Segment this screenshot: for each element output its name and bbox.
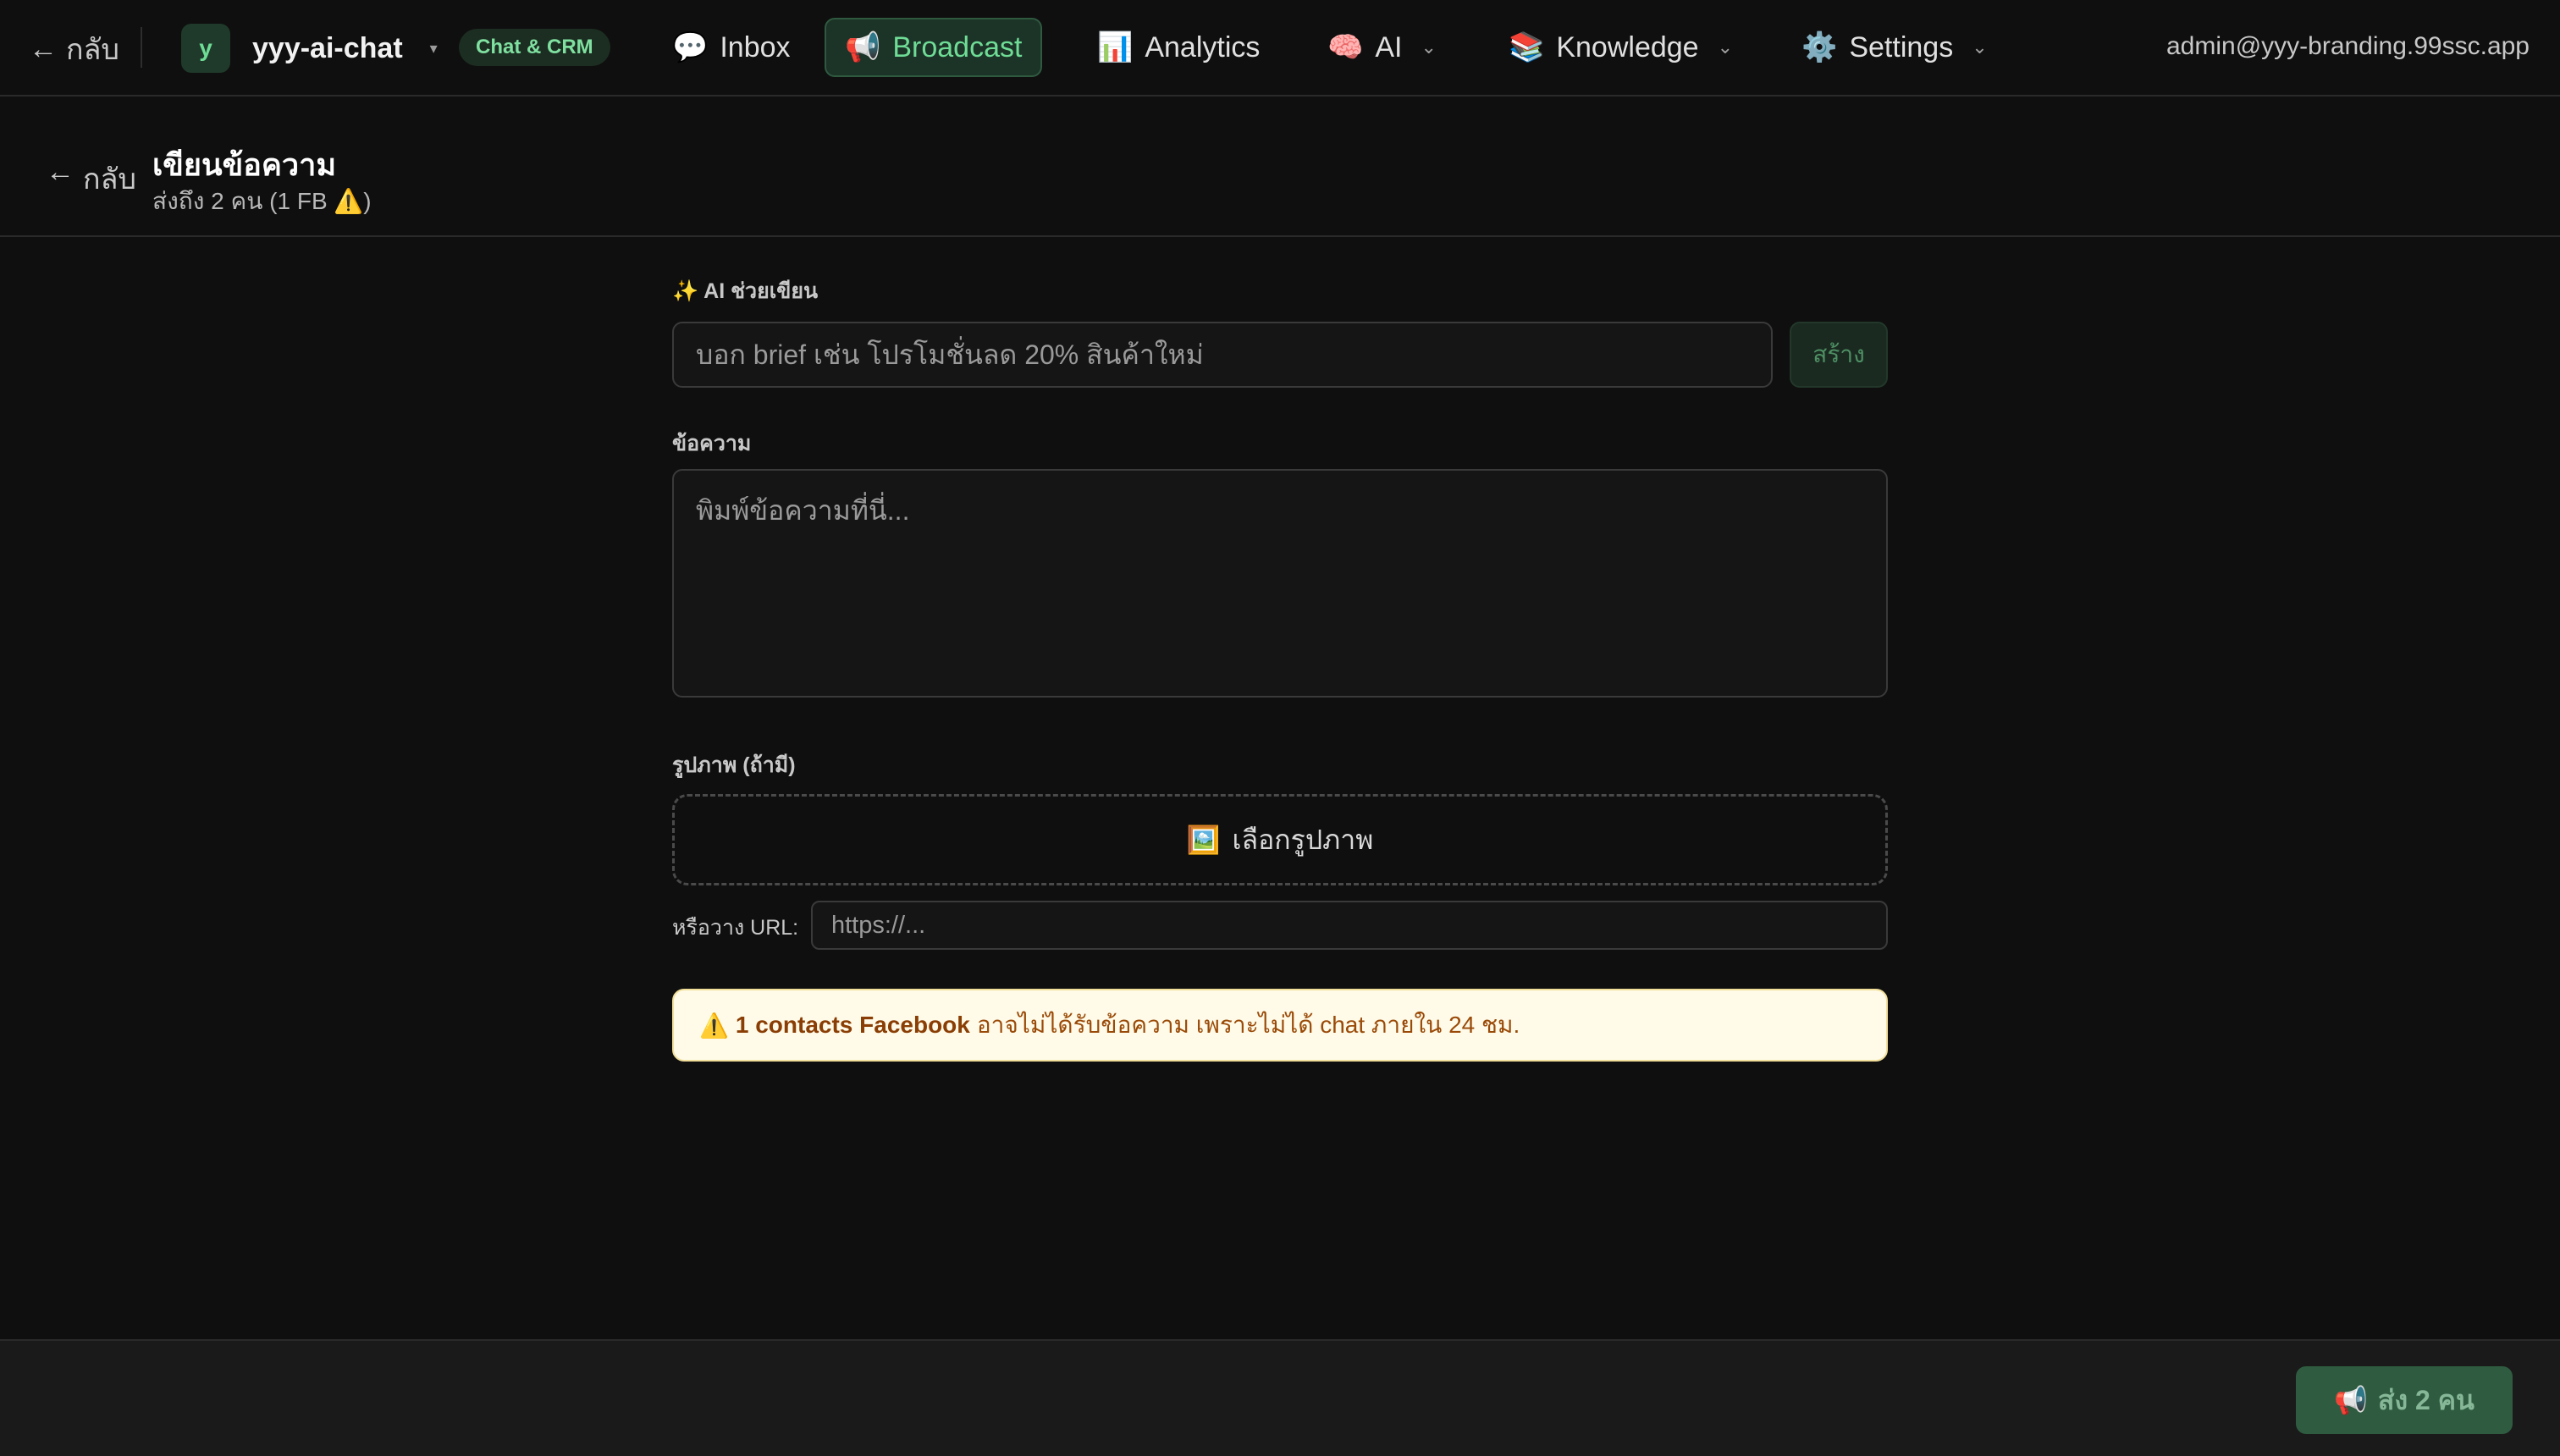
- warning-icon: ⚠️: [699, 1012, 729, 1039]
- megaphone-icon: 📢: [845, 31, 881, 63]
- choose-image-label: เลือกรูปภาพ: [1232, 824, 1374, 855]
- bar-chart-icon: 📊: [1097, 31, 1134, 63]
- choose-image-button[interactable]: 🖼️ เลือกรูปภาพ: [672, 794, 1888, 885]
- send-button[interactable]: 📢 ส่ง 2 คน: [2296, 1366, 2513, 1434]
- ai-assist-label: ✨ AI ช่วยเขียน: [672, 279, 819, 303]
- ai-brief-input[interactable]: บอก brief เช่น โปรโมชั่นลด 20% สินค้าใหม…: [672, 322, 1773, 388]
- footer-bar: 📢 ส่ง 2 คน: [0, 1339, 2560, 1456]
- nav-ai-label: AI: [1375, 30, 1403, 63]
- nav-broadcast-label: Broadcast: [892, 30, 1023, 63]
- nav-inbox-label: Inbox: [720, 30, 791, 63]
- facebook-warning-banner: ⚠️ 1 contacts Facebook อาจไม่ได้รับข้อคว…: [672, 989, 1888, 1062]
- nav-settings[interactable]: ⚙️ Settings ⌄: [1783, 18, 2006, 77]
- nav-knowledge[interactable]: 📚 Knowledge ⌄: [1490, 18, 1752, 77]
- send-label: ส่ง 2 คน: [2377, 1384, 2474, 1415]
- nav-analytics-label: Analytics: [1145, 30, 1261, 63]
- page-back-label: กลับ: [83, 163, 137, 196]
- recipient-summary: ส่งถึง 2 คน (1 FB ⚠️): [152, 188, 372, 214]
- page-back-button[interactable]: ← กลับ: [46, 156, 136, 201]
- megaphone-icon: 📢: [2334, 1385, 2368, 1415]
- message-textarea[interactable]: พิมพ์ข้อความที่นี่...: [672, 469, 1888, 698]
- picture-icon: 🖼️: [1186, 825, 1221, 855]
- workspace-switcher[interactable]: y yyy-ai-chat ▾: [181, 24, 438, 73]
- brain-icon: 🧠: [1327, 31, 1364, 63]
- nav-ai[interactable]: 🧠 AI ⌄: [1309, 18, 1455, 77]
- user-email[interactable]: admin@yyy-branding.99ssc.app: [2166, 32, 2530, 61]
- arrow-left-icon: ←: [29, 32, 58, 65]
- caret-down-icon: ▾: [429, 39, 438, 57]
- nav-broadcast[interactable]: 📢 Broadcast: [825, 18, 1043, 77]
- nav-knowledge-label: Knowledge: [1556, 30, 1699, 63]
- warning-text: อาจไม่ได้รับข้อความ เพราะไม่ได้ chat ภาย…: [976, 1012, 1520, 1038]
- workspace-avatar: y: [181, 24, 230, 73]
- chevron-down-icon: ⌄: [1421, 36, 1437, 58]
- divider: [141, 27, 142, 68]
- gear-icon: ⚙️: [1801, 31, 1838, 63]
- product-badge: Chat & CRM: [459, 29, 610, 66]
- warning-emphasis: 1 contacts Facebook: [735, 1012, 970, 1038]
- generate-button[interactable]: สร้าง: [1790, 322, 1888, 388]
- speech-bubble-icon: 💬: [672, 31, 709, 63]
- message-label: ข้อความ: [672, 432, 752, 455]
- arrow-left-icon: ←: [46, 156, 74, 188]
- image-url-input[interactable]: https://...: [811, 901, 1888, 950]
- page-title: เขียนข้อความ: [152, 147, 337, 182]
- chevron-down-icon: ⌄: [1717, 36, 1734, 58]
- books-icon: 📚: [1509, 31, 1545, 63]
- workspace-name: yyy-ai-chat: [252, 31, 403, 64]
- page-header: ← กลับ เขียนข้อความ ส่งถึง 2 คน (1 FB ⚠️…: [0, 98, 2560, 237]
- top-navigation-bar: ← กลับ y yyy-ai-chat ▾ Chat & CRM 💬 Inbo…: [0, 0, 2560, 97]
- chevron-down-icon: ⌄: [1972, 36, 1988, 58]
- nav-inbox[interactable]: 💬 Inbox: [654, 18, 809, 77]
- back-label: กลับ: [66, 34, 120, 66]
- nav-analytics[interactable]: 📊 Analytics: [1079, 18, 1278, 77]
- url-label: หรือวาง URL:: [672, 916, 799, 940]
- image-label: รูปภาพ (ถ้ามี): [672, 753, 796, 777]
- back-link[interactable]: ← กลับ: [29, 30, 119, 68]
- nav-settings-label: Settings: [1849, 30, 1954, 63]
